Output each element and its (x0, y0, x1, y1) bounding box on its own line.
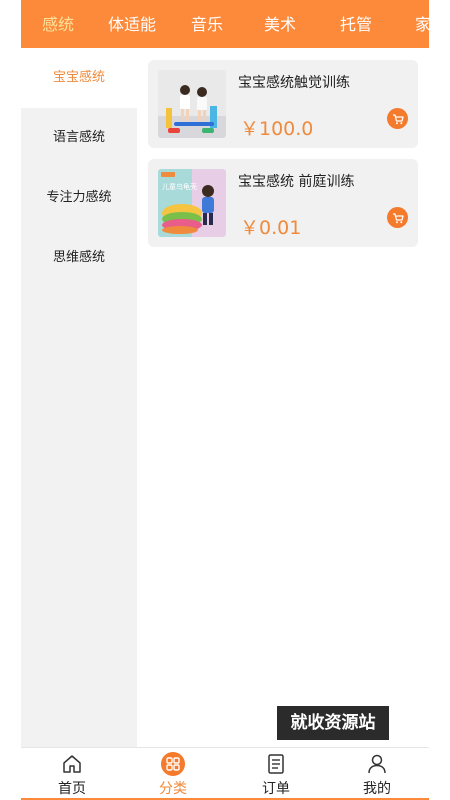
thumb-caption: 儿童乌龟壳 (162, 182, 197, 191)
tab-art[interactable]: 美术 (264, 0, 296, 48)
nav-orders[interactable]: 订单 (246, 752, 306, 798)
product-thumbnail (158, 70, 226, 138)
product-title: 宝宝感统触觉训练 (238, 75, 350, 91)
nav-orders-label: 订单 (262, 781, 290, 797)
grid-icon (161, 752, 185, 776)
cart-icon (392, 113, 404, 124)
tab-sensory[interactable]: 感统 (42, 0, 74, 48)
nav-category[interactable]: 分类 (143, 752, 203, 798)
add-to-cart-button[interactable] (387, 207, 408, 228)
order-icon (268, 754, 284, 774)
cart-icon (392, 212, 404, 223)
product-thumbnail: 儿童乌龟壳 (158, 169, 226, 237)
sidebar-item-focus-sensory[interactable]: 专注力感统 (21, 168, 137, 228)
tab-daycare[interactable]: 托管 (340, 0, 372, 48)
product-card[interactable]: 宝宝感统触觉训练 ￥100.0 (148, 60, 418, 148)
user-icon (368, 754, 386, 774)
product-price: ￥0.01 (240, 217, 302, 239)
sidebar-item-language-sensory[interactable]: 语言感统 (21, 108, 137, 168)
tab-home[interactable]: 家 (415, 0, 429, 48)
app-screen: 感统 体适能 音乐 美术 托管 家 宝宝感统 语言感统 专注力感统 思维感统 宝… (21, 0, 429, 800)
watermark: 就收资源站 (277, 706, 389, 740)
nav-home[interactable]: 首页 (42, 752, 102, 798)
nav-category-label: 分类 (159, 781, 187, 797)
bottom-navigation: 首页 分类 订单 我的 (21, 747, 429, 800)
sidebar-item-baby-sensory[interactable]: 宝宝感统 (21, 48, 137, 108)
product-list: 宝宝感统触觉训练 ￥100.0 儿童乌龟壳 宝宝感统 前庭训练 ￥0.01 (148, 60, 418, 258)
product-price: ￥100.0 (240, 118, 314, 140)
home-icon (63, 755, 81, 773)
product-card[interactable]: 儿童乌龟壳 宝宝感统 前庭训练 ￥0.01 (148, 159, 418, 247)
tab-music[interactable]: 音乐 (191, 0, 223, 48)
category-tab-bar: 感统 体适能 音乐 美术 托管 家 (21, 0, 429, 48)
tab-fitness[interactable]: 体适能 (108, 0, 156, 48)
subcategory-sidebar: 宝宝感统 语言感统 专注力感统 思维感统 (21, 48, 137, 747)
product-title: 宝宝感统 前庭训练 (238, 174, 355, 190)
sidebar-item-thinking-sensory[interactable]: 思维感统 (21, 228, 137, 288)
nav-home-label: 首页 (58, 781, 86, 797)
add-to-cart-button[interactable] (387, 108, 408, 129)
nav-profile[interactable]: 我的 (347, 752, 407, 798)
nav-profile-label: 我的 (363, 781, 391, 797)
